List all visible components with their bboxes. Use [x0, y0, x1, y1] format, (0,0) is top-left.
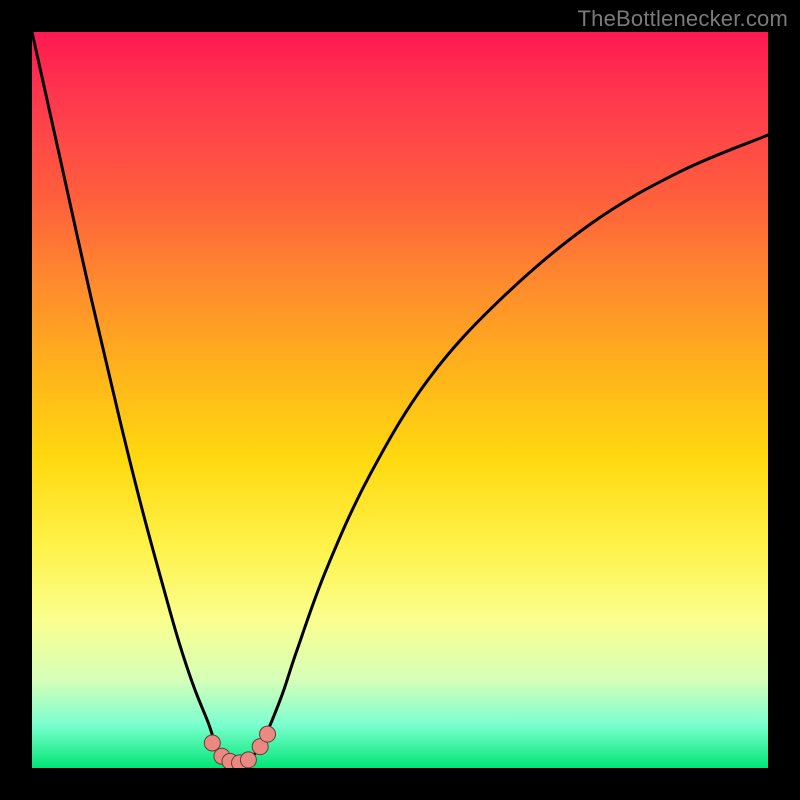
scatter-points — [204, 726, 275, 768]
bottleneck-curve — [32, 32, 768, 764]
plot-svg — [32, 32, 768, 768]
attribution-text: TheBottlenecker.com — [578, 6, 788, 32]
scatter-point — [240, 752, 256, 768]
scatter-point — [260, 726, 276, 742]
plot-area — [32, 32, 768, 768]
chart-frame: TheBottlenecker.com — [0, 0, 800, 800]
scatter-point — [204, 735, 220, 751]
